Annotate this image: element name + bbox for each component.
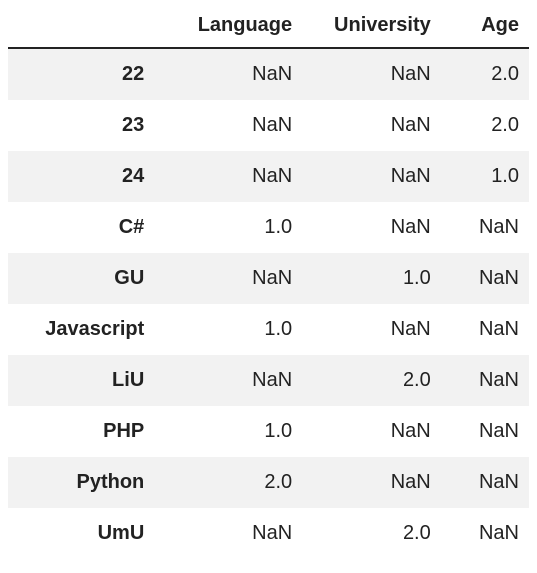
cell: 2.0 [441, 100, 529, 151]
cell: 2.0 [441, 48, 529, 100]
table-row: 22 NaN NaN 2.0 [8, 48, 529, 100]
cell: NaN [154, 355, 302, 406]
cell: NaN [441, 202, 529, 253]
cell: NaN [302, 457, 441, 508]
row-index: 22 [8, 48, 154, 100]
table-row: PHP 1.0 NaN NaN [8, 406, 529, 457]
row-index: UmU [8, 508, 154, 559]
row-index: 24 [8, 151, 154, 202]
cell: NaN [302, 202, 441, 253]
cell: NaN [441, 355, 529, 406]
cell: NaN [302, 100, 441, 151]
col-header-age: Age [441, 8, 529, 48]
row-index: Python [8, 457, 154, 508]
cell: NaN [441, 457, 529, 508]
cell: NaN [154, 253, 302, 304]
table-row: UmU NaN 2.0 NaN [8, 508, 529, 559]
cell: 1.0 [154, 406, 302, 457]
table-row: Javascript 1.0 NaN NaN [8, 304, 529, 355]
cell: 1.0 [302, 253, 441, 304]
table: Language University Age 22 NaN NaN 2.0 2… [8, 8, 529, 559]
row-index: PHP [8, 406, 154, 457]
table-row: 23 NaN NaN 2.0 [8, 100, 529, 151]
cell: NaN [302, 151, 441, 202]
cell: NaN [441, 304, 529, 355]
table-row: LiU NaN 2.0 NaN [8, 355, 529, 406]
table-row: 24 NaN NaN 1.0 [8, 151, 529, 202]
cell: NaN [154, 100, 302, 151]
cell: NaN [441, 406, 529, 457]
cell: 1.0 [154, 202, 302, 253]
cell: 1.0 [441, 151, 529, 202]
index-header-blank [8, 8, 154, 48]
row-index: Javascript [8, 304, 154, 355]
cell: NaN [302, 304, 441, 355]
row-index: GU [8, 253, 154, 304]
cell: NaN [154, 151, 302, 202]
cell: NaN [441, 253, 529, 304]
dataframe-table: Language University Age 22 NaN NaN 2.0 2… [8, 8, 529, 559]
row-index: LiU [8, 355, 154, 406]
table-row: Python 2.0 NaN NaN [8, 457, 529, 508]
row-index: 23 [8, 100, 154, 151]
cell: 2.0 [154, 457, 302, 508]
cell: NaN [154, 508, 302, 559]
cell: 1.0 [154, 304, 302, 355]
cell: NaN [302, 406, 441, 457]
cell: 2.0 [302, 355, 441, 406]
cell: NaN [441, 508, 529, 559]
cell: 2.0 [302, 508, 441, 559]
cell: NaN [154, 48, 302, 100]
table-row: GU NaN 1.0 NaN [8, 253, 529, 304]
cell: NaN [302, 48, 441, 100]
col-header-university: University [302, 8, 441, 48]
col-header-language: Language [154, 8, 302, 48]
header-row: Language University Age [8, 8, 529, 48]
table-row: C# 1.0 NaN NaN [8, 202, 529, 253]
row-index: C# [8, 202, 154, 253]
